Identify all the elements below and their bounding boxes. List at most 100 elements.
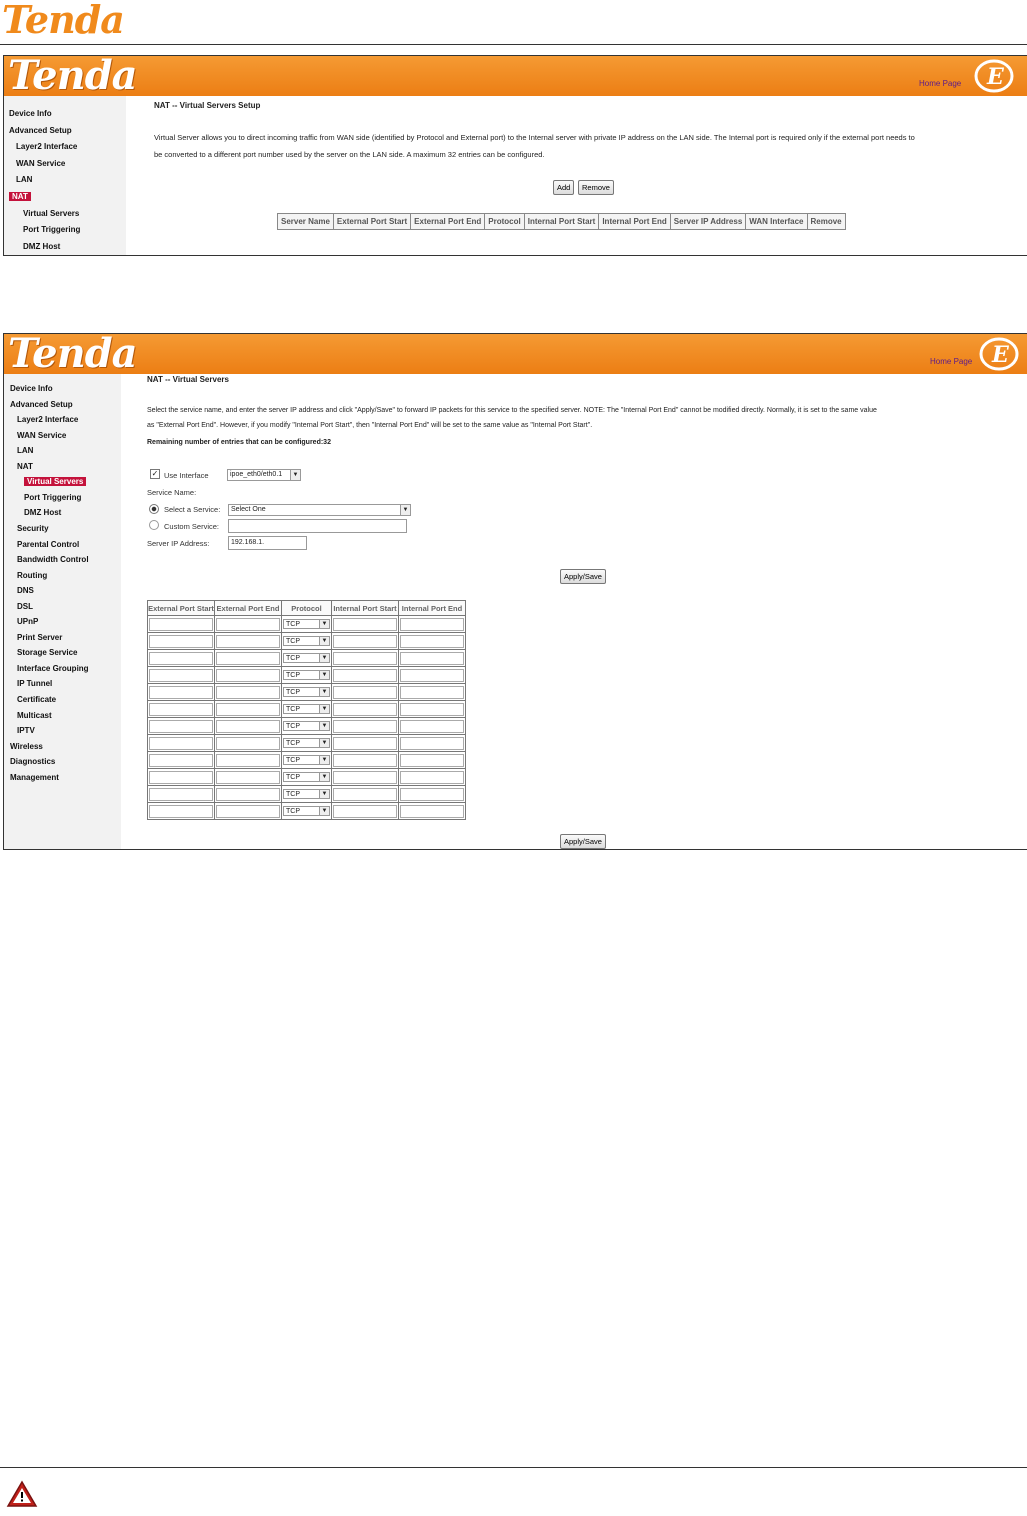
sidebar-item-dsl[interactable]: DSL (17, 602, 33, 611)
sidebar-item-certificate[interactable]: Certificate (17, 695, 56, 704)
internal-port-end-input[interactable] (400, 736, 464, 750)
sidebar-item-security[interactable]: Security (17, 524, 49, 533)
interface-select[interactable]: ipoe_eth0/eth0.1 ▼ (227, 469, 301, 481)
external-port-end-input[interactable] (216, 651, 280, 665)
external-port-end-input[interactable] (216, 719, 280, 733)
protocol-select[interactable]: TCP ▼ (283, 619, 330, 629)
use-interface-checkbox[interactable]: ✓ (150, 469, 160, 479)
external-port-end-input[interactable] (216, 702, 280, 716)
internal-port-end-input[interactable] (400, 804, 464, 818)
external-port-end-input[interactable] (216, 685, 280, 699)
external-port-start-input[interactable] (149, 787, 213, 801)
protocol-select[interactable]: TCP ▼ (283, 721, 330, 731)
sidebar-item-device-info[interactable]: Device Info (9, 109, 52, 118)
internal-port-start-input[interactable] (333, 617, 397, 631)
internal-port-end-input[interactable] (400, 719, 464, 733)
sidebar-item-lan[interactable]: LAN (16, 175, 32, 184)
protocol-select[interactable]: TCP ▼ (283, 670, 330, 680)
external-port-start-input[interactable] (149, 736, 213, 750)
external-port-start-input[interactable] (149, 702, 213, 716)
protocol-select[interactable]: TCP ▼ (283, 806, 330, 816)
sidebar-item-dmz-host[interactable]: DMZ Host (24, 508, 61, 517)
sidebar-item-upnp[interactable]: UPnP (17, 617, 38, 626)
sidebar-item-advanced-setup[interactable]: Advanced Setup (9, 126, 72, 135)
sidebar-item-port-triggering[interactable]: Port Triggering (24, 493, 81, 502)
custom-service-input[interactable] (228, 519, 407, 533)
external-port-start-input[interactable] (149, 719, 213, 733)
sidebar-item-storage-service[interactable]: Storage Service (17, 648, 77, 657)
internal-port-start-input[interactable] (333, 651, 397, 665)
select-service-radio[interactable] (149, 504, 159, 514)
external-port-start-input[interactable] (149, 617, 213, 631)
external-port-start-input[interactable] (149, 753, 213, 767)
external-port-start-input[interactable] (149, 770, 213, 784)
external-port-start-input[interactable] (149, 651, 213, 665)
sidebar-item-virtual-servers[interactable]: Virtual Servers (23, 209, 79, 218)
sidebar-item-layer2-interface[interactable]: Layer2 Interface (17, 415, 78, 424)
external-port-end-input[interactable] (216, 668, 280, 682)
apply-save-button-top[interactable]: Apply/Save (560, 569, 606, 584)
external-port-end-input[interactable] (216, 617, 280, 631)
protocol-select[interactable]: TCP ▼ (283, 772, 330, 782)
internal-port-start-input[interactable] (333, 753, 397, 767)
external-port-end-input[interactable] (216, 804, 280, 818)
external-port-end-input[interactable] (216, 736, 280, 750)
sidebar-item-advanced-setup[interactable]: Advanced Setup (10, 400, 73, 409)
sidebar-item-layer2-interface[interactable]: Layer2 Interface (16, 142, 77, 151)
external-port-end-input[interactable] (216, 770, 280, 784)
protocol-select[interactable]: TCP ▼ (283, 755, 330, 765)
internal-port-end-input[interactable] (400, 668, 464, 682)
apply-save-button-bottom[interactable]: Apply/Save (560, 834, 606, 849)
sidebar-item-device-info[interactable]: Device Info (10, 384, 53, 393)
internal-port-end-input[interactable] (400, 770, 464, 784)
protocol-select[interactable]: TCP ▼ (283, 687, 330, 697)
sidebar-item-diagnostics[interactable]: Diagnostics (10, 757, 55, 766)
sidebar-item-management[interactable]: Management (10, 773, 59, 782)
protocol-select[interactable]: TCP ▼ (283, 704, 330, 714)
internal-port-start-input[interactable] (333, 770, 397, 784)
internal-port-end-input[interactable] (400, 617, 464, 631)
internal-port-end-input[interactable] (400, 685, 464, 699)
sidebar-item-wan-service[interactable]: WAN Service (17, 431, 66, 440)
internal-port-end-input[interactable] (400, 702, 464, 716)
sidebar-item-nat[interactable]: NAT (17, 462, 33, 471)
sidebar-item-routing[interactable]: Routing (17, 571, 47, 580)
remove-button[interactable]: Remove (578, 180, 614, 195)
protocol-select[interactable]: TCP ▼ (283, 636, 330, 646)
internal-port-start-input[interactable] (333, 685, 397, 699)
sidebar-item-interface-grouping[interactable]: Interface Grouping (17, 664, 89, 673)
sidebar-item-iptv[interactable]: IPTV (17, 726, 35, 735)
service-select[interactable]: Select One ▼ (228, 504, 411, 516)
internal-port-start-input[interactable] (333, 634, 397, 648)
sidebar-item-dns[interactable]: DNS (17, 586, 34, 595)
server-ip-input[interactable]: 192.168.1. (228, 536, 307, 550)
internal-port-end-input[interactable] (400, 787, 464, 801)
sidebar-item-port-triggering[interactable]: Port Triggering (23, 225, 80, 234)
internal-port-end-input[interactable] (400, 634, 464, 648)
protocol-select[interactable]: TCP ▼ (283, 738, 330, 748)
sidebar-item-multicast[interactable]: Multicast (17, 711, 52, 720)
internal-port-start-input[interactable] (333, 702, 397, 716)
internal-port-start-input[interactable] (333, 804, 397, 818)
sidebar-item-parental-control[interactable]: Parental Control (17, 540, 79, 549)
custom-service-radio[interactable] (149, 520, 159, 530)
internal-port-start-input[interactable] (333, 736, 397, 750)
home-page-link[interactable]: Home Page (930, 357, 972, 366)
internal-port-start-input[interactable] (333, 787, 397, 801)
sidebar-item-virtual-servers[interactable]: Virtual Servers (24, 477, 87, 487)
internal-port-start-input[interactable] (333, 719, 397, 733)
internal-port-start-input[interactable] (333, 668, 397, 682)
protocol-select[interactable]: TCP ▼ (283, 789, 330, 799)
external-port-end-input[interactable] (216, 753, 280, 767)
internal-port-end-input[interactable] (400, 753, 464, 767)
protocol-select[interactable]: TCP ▼ (283, 653, 330, 663)
home-page-link[interactable]: Home Page (919, 79, 961, 88)
sidebar-item-dmz-host[interactable]: DMZ Host (23, 242, 60, 251)
sidebar-item-bandwidth-control[interactable]: Bandwidth Control (17, 555, 89, 564)
external-port-start-input[interactable] (149, 668, 213, 682)
internal-port-end-input[interactable] (400, 651, 464, 665)
external-port-start-input[interactable] (149, 685, 213, 699)
external-port-end-input[interactable] (216, 634, 280, 648)
sidebar-item-nat[interactable]: NAT (9, 192, 31, 201)
sidebar-item-ip-tunnel[interactable]: IP Tunnel (17, 679, 52, 688)
